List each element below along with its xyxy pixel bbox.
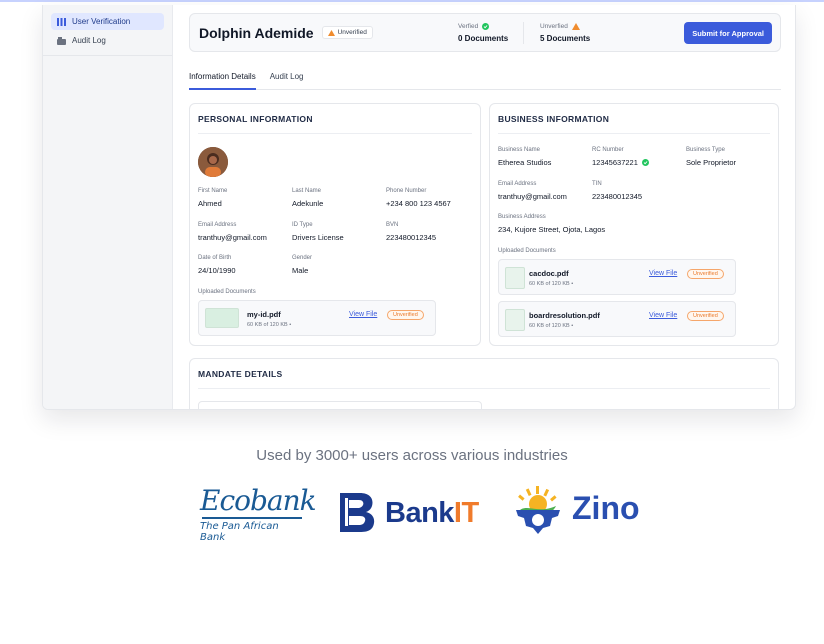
document-item: cacdoc.pdf 60 KB of 120 KB • View File U…: [498, 259, 736, 295]
status-badge-label: Unverified: [337, 29, 367, 36]
tin-field: TIN 223480012345: [592, 181, 643, 201]
document-size: 60 KB of 120 KB •: [529, 323, 574, 329]
uploaded-documents-label: Uploaded Documents: [498, 248, 556, 254]
unverified-stat: Unverfied 5 Documents: [540, 23, 590, 43]
card-title: MANDATE DETAILS: [198, 369, 770, 389]
verified-stat: Verfied 0 Documents: [458, 23, 508, 43]
document-name: my-id.pdf: [247, 310, 281, 319]
zino-wordmark: Zino: [572, 490, 640, 526]
submit-for-approval-button[interactable]: Submit for Approval: [684, 22, 772, 44]
dob-field: Date of Birth 24/10/1990: [198, 255, 236, 275]
app-window: User Verification Audit Log Dolphin Adem…: [42, 5, 796, 410]
phone-field: Phone Number +234 800 123 4567: [386, 188, 451, 208]
status-badge: Unverified: [321, 26, 373, 39]
gear-sun-icon: [516, 486, 560, 534]
bankit-wordmark: Bank: [385, 497, 454, 529]
avatar: [198, 147, 228, 177]
business-name-field: Business Name Etherea Studios: [498, 147, 552, 167]
ecobank-wordmark: Ecobank: [200, 484, 317, 517]
card-title: BUSINESS INFORMATION: [498, 114, 770, 134]
warning-icon: [571, 23, 580, 30]
sidebar: User Verification Audit Log: [43, 5, 173, 409]
view-file-link[interactable]: View File: [649, 312, 677, 319]
sidebar-item-user-verification[interactable]: User Verification: [51, 13, 164, 30]
unverified-count: 5 Documents: [540, 34, 591, 43]
mandate-subcard: [198, 401, 482, 409]
bvn-field: BVN 223480012345: [386, 222, 437, 242]
document-thumbnail: [505, 309, 525, 331]
unverified-pill: Unverified: [687, 311, 724, 321]
view-file-link[interactable]: View File: [649, 270, 677, 277]
check-circle-icon: [482, 23, 490, 30]
business-email-field: Email Address tranthuy@gmail.com: [498, 181, 567, 201]
id-card-thumbnail: [205, 308, 239, 328]
gender-field: Gender Male: [292, 255, 313, 275]
ecobank-logo: Ecobank The Pan African Bank: [200, 484, 317, 543]
sidebar-item-label: User Verification: [72, 17, 131, 26]
sidebar-divider: [43, 55, 172, 56]
document-item: my-id.pdf 60 KB of 120 KB • View File Un…: [198, 300, 436, 336]
ecobank-tagline: The Pan African Bank: [200, 520, 279, 543]
stat-divider: [523, 22, 524, 44]
tab-information-details[interactable]: Information Details: [189, 66, 256, 90]
sidebar-item-label: Audit Log: [72, 36, 106, 45]
bankit-b-icon: [340, 493, 375, 532]
document-size: 60 KB of 120 KB •: [247, 322, 292, 328]
document-size: 60 KB of 120 KB •: [529, 281, 574, 287]
tabs: Information Details Audit Log: [189, 66, 781, 90]
sidebar-item-audit-log[interactable]: Audit Log: [51, 32, 164, 49]
unverified-pill: Unverified: [687, 269, 724, 279]
mandate-details-card: MANDATE DETAILS: [189, 358, 779, 409]
personal-information-card: PERSONAL INFORMATION First Name Ahmed Las…: [189, 103, 481, 346]
top-accent-line: [0, 0, 824, 2]
document-thumbnail: [505, 267, 525, 289]
email-field: Email Address tranthuy@gmail.com: [198, 222, 267, 242]
view-file-link[interactable]: View File: [349, 311, 377, 318]
unverified-label: Unverfied: [540, 23, 568, 30]
document-name: boardresolution.pdf: [529, 311, 600, 320]
document-name: cacdoc.pdf: [529, 269, 569, 278]
user-header: Dolphin Ademide Unverified Verfied 0 Doc…: [189, 13, 781, 52]
business-address-field: Business Address 234, Kujore Street, Ojot…: [498, 214, 606, 234]
bankit-logo: BankIT: [336, 490, 479, 536]
warning-icon: [327, 29, 335, 36]
id-type-field: ID Type Drivers License: [292, 222, 344, 242]
grid-icon: [57, 17, 66, 26]
main-content: Dolphin Ademide Unverified Verfied 0 Doc…: [189, 13, 781, 409]
check-circle-icon: [641, 159, 649, 166]
last-name-field: Last Name Adekunle: [292, 188, 324, 208]
tab-audit-log[interactable]: Audit Log: [270, 66, 304, 90]
verified-count: 0 Documents: [458, 34, 509, 43]
zino-logo: Zino: [508, 484, 642, 538]
tagline: Used by 3000+ users across various indus…: [256, 447, 568, 464]
folder-icon: [57, 36, 66, 45]
rc-number-field: RC Number 12345637221: [592, 147, 649, 167]
user-name: Dolphin Ademide: [199, 24, 314, 41]
unverified-pill: Unverified: [387, 310, 424, 320]
uploaded-documents-label: Uploaded Documents: [198, 289, 256, 295]
card-title: PERSONAL INFORMATION: [198, 114, 472, 134]
verified-label: Verfied: [458, 23, 479, 30]
business-type-field: Business Type Sole Proprietor: [686, 147, 737, 167]
business-information-card: BUSINESS INFORMATION Business Name Ethere…: [489, 103, 779, 346]
first-name-field: First Name Ahmed: [198, 188, 228, 208]
document-item: boardresolution.pdf 60 KB of 120 KB • Vi…: [498, 301, 736, 337]
bankit-accent: IT: [453, 497, 479, 529]
